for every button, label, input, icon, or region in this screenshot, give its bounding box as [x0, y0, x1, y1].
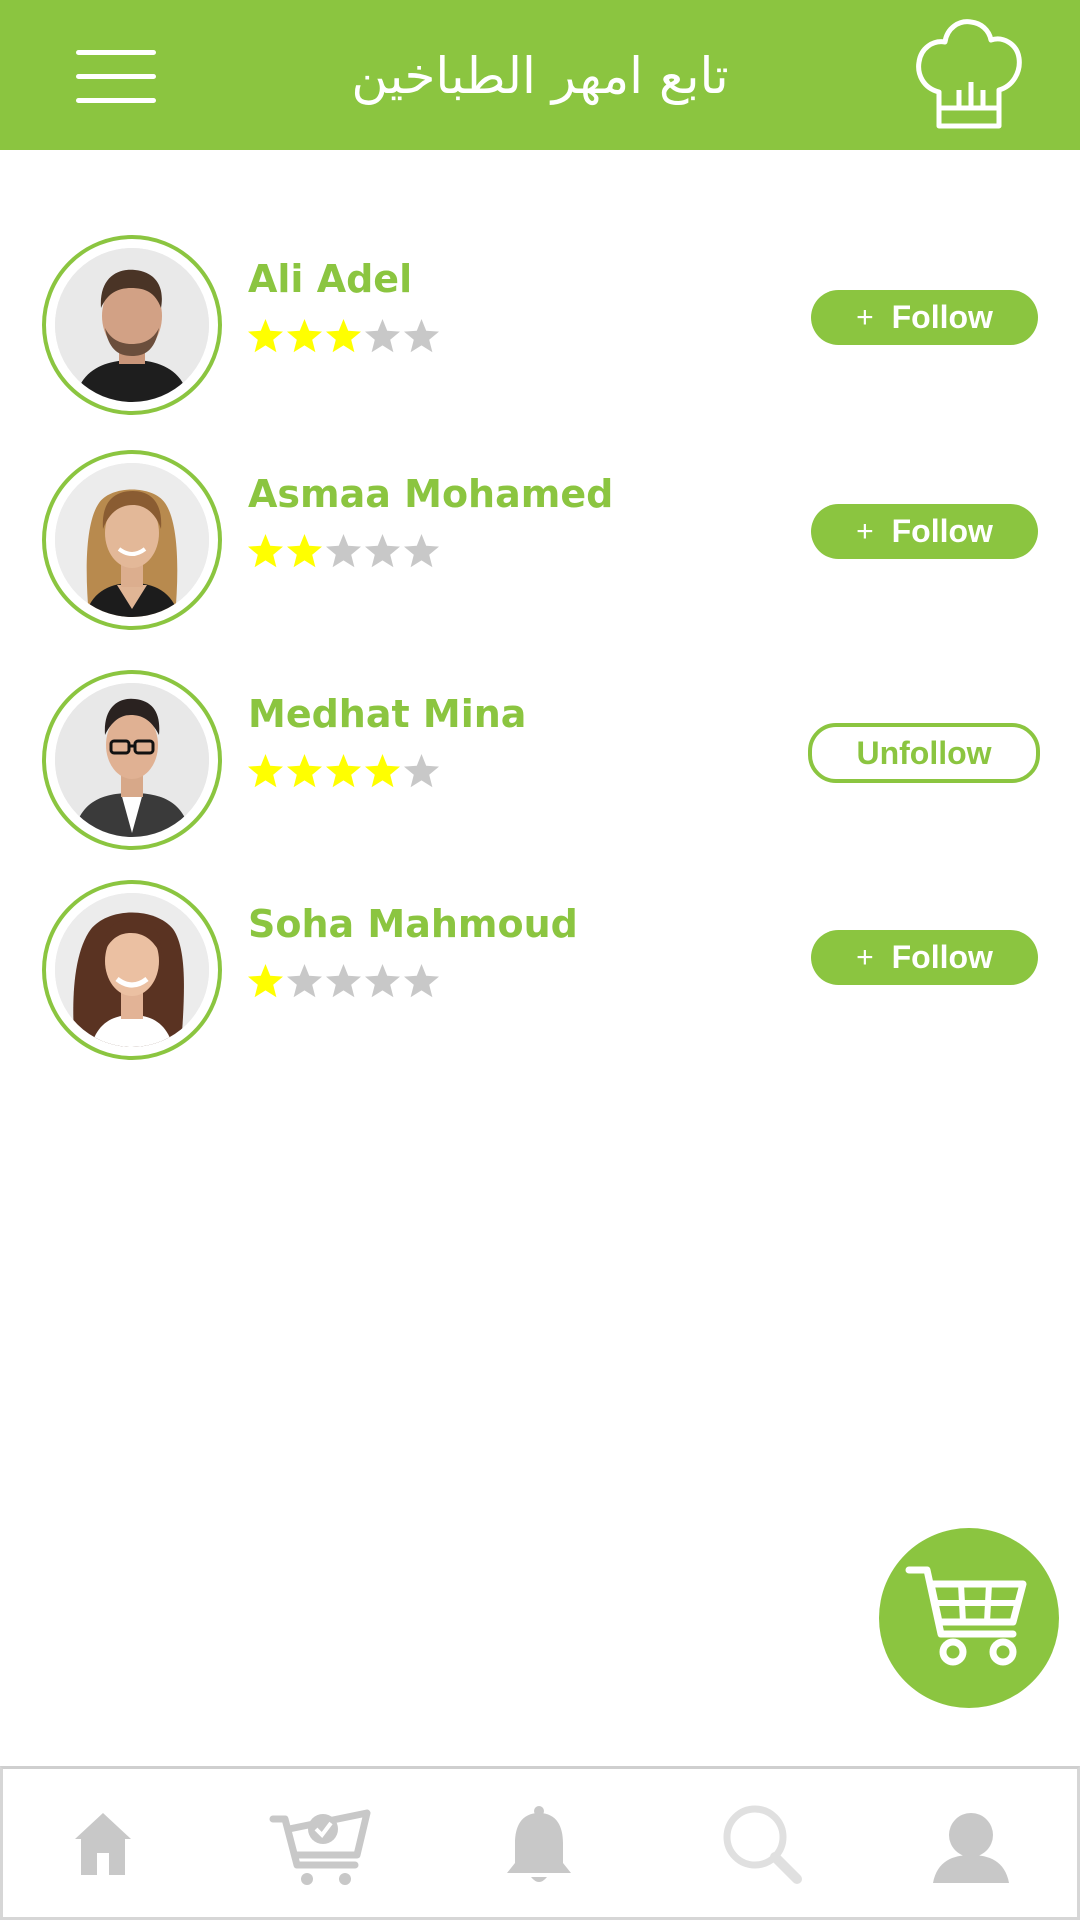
hamburger-menu-icon[interactable]	[76, 50, 156, 103]
chef-name[interactable]: Soha Mahmoud	[248, 902, 578, 946]
plus-icon: +	[856, 300, 874, 334]
follow-button-label: Follow	[891, 513, 993, 549]
shopping-cart-fab[interactable]	[879, 1528, 1059, 1708]
follow-button[interactable]: + Follow	[811, 504, 1038, 559]
nav-cart-orders[interactable]	[261, 1769, 381, 1919]
search-icon	[723, 1805, 802, 1884]
list-item: Ali Adel + Follow	[0, 235, 1080, 415]
cart-check-icon	[269, 1809, 371, 1885]
profile-icon	[933, 1813, 1009, 1883]
star-filled-icon	[248, 754, 283, 788]
star-empty-icon	[365, 964, 400, 998]
nav-notifications[interactable]	[479, 1769, 599, 1919]
shopping-cart-icon	[905, 1566, 1027, 1666]
star-empty-icon	[365, 319, 400, 353]
star-empty-icon	[326, 534, 361, 568]
list-item: Asmaa Mohamed + Follow	[0, 450, 1080, 630]
follow-button-label: Follow	[891, 299, 993, 335]
chef-hat-icon[interactable]	[915, 18, 1023, 132]
nav-profile[interactable]	[911, 1769, 1031, 1919]
star-rating	[246, 962, 441, 1002]
star-filled-icon	[248, 534, 283, 568]
plus-icon: +	[856, 940, 874, 974]
page-title: تابع امهر الطباخين	[351, 47, 729, 105]
star-filled-icon	[248, 964, 283, 998]
star-filled-icon	[365, 754, 400, 788]
chef-name[interactable]: Asmaa Mohamed	[248, 472, 613, 516]
star-empty-icon	[404, 754, 439, 788]
star-empty-icon	[404, 319, 439, 353]
bottom-navigation	[0, 1766, 1080, 1920]
star-filled-icon	[287, 319, 322, 353]
star-empty-icon	[365, 534, 400, 568]
star-rating	[246, 532, 441, 572]
chef-name[interactable]: Medhat Mina	[248, 692, 526, 736]
follow-button[interactable]: + Follow	[811, 930, 1038, 985]
list-item: Soha Mahmoud + Follow	[0, 880, 1080, 1060]
plus-icon: +	[856, 514, 874, 548]
star-filled-icon	[287, 754, 322, 788]
home-icon	[75, 1813, 131, 1875]
nav-search[interactable]	[697, 1769, 817, 1919]
star-rating	[246, 752, 441, 792]
star-empty-icon	[404, 964, 439, 998]
star-filled-icon	[248, 319, 283, 353]
star-empty-icon	[287, 964, 322, 998]
unfollow-button-label: Unfollow	[856, 734, 992, 771]
chef-name[interactable]: Ali Adel	[248, 257, 412, 301]
list-item: Medhat Mina Unfollow	[0, 670, 1080, 850]
star-filled-icon	[326, 754, 361, 788]
avatar[interactable]	[42, 880, 222, 1060]
star-empty-icon	[326, 964, 361, 998]
star-rating	[246, 317, 441, 357]
nav-home[interactable]	[43, 1769, 163, 1919]
bell-icon	[507, 1806, 571, 1882]
follow-button-label: Follow	[891, 939, 993, 975]
avatar[interactable]	[42, 670, 222, 850]
star-filled-icon	[287, 534, 322, 568]
star-empty-icon	[404, 534, 439, 568]
follow-button[interactable]: + Follow	[811, 290, 1038, 345]
app-header: تابع امهر الطباخين	[0, 0, 1080, 150]
unfollow-button[interactable]: Unfollow	[808, 723, 1040, 783]
star-filled-icon	[326, 319, 361, 353]
avatar[interactable]	[42, 235, 222, 415]
avatar[interactable]	[42, 450, 222, 630]
